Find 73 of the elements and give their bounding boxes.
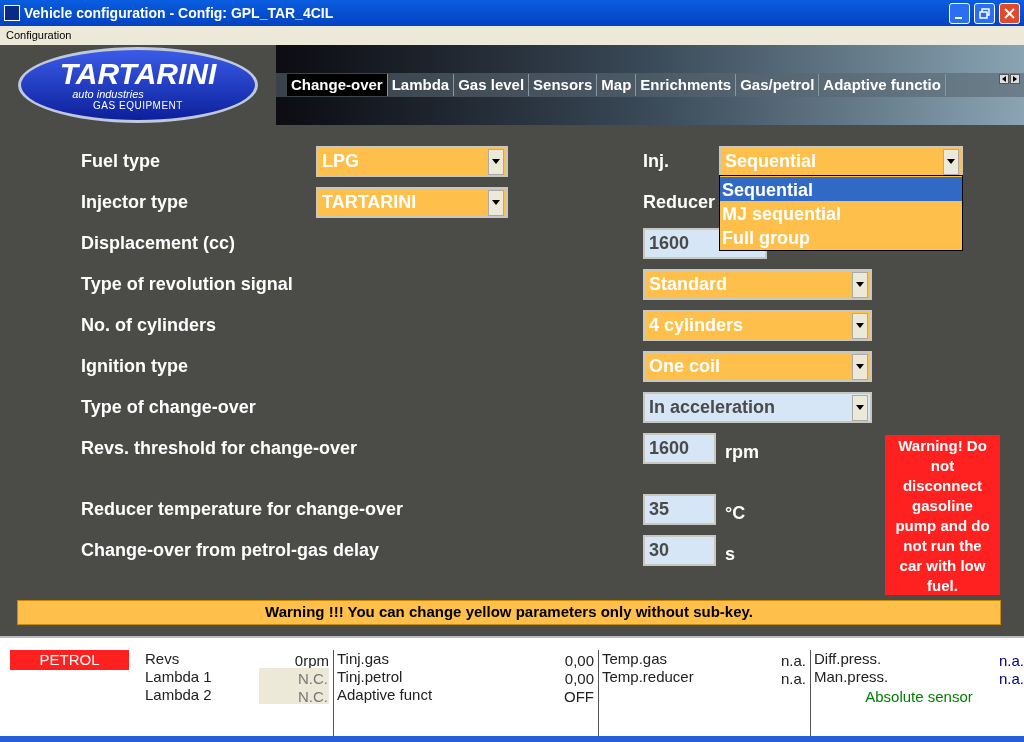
- tab[interactable]: Lambda: [387, 74, 455, 96]
- reading-label: Tinj.gas: [337, 648, 389, 669]
- field-label: Type of change-over: [81, 396, 256, 419]
- logo-tagline: GAS EQUIPMENT: [93, 99, 183, 112]
- dropdown-option[interactable]: Sequential: [720, 177, 962, 201]
- select-value: 4 cylinders: [649, 314, 744, 337]
- field-label: Change-over from petrol-gas delay: [81, 539, 380, 562]
- input-field[interactable]: 35: [643, 494, 716, 525]
- field-label: Fuel type: [81, 150, 160, 173]
- tab[interactable]: Enrichments: [636, 74, 737, 96]
- field-label: Revs. threshold for change-over: [81, 437, 358, 460]
- warning-box: Warning! Do not disconnect gasoline pump and do not run the car with low fuel.: [885, 435, 1000, 595]
- select-value: TARTARINI: [322, 191, 417, 214]
- restore-icon: [979, 7, 990, 19]
- select-field[interactable]: In acceleration: [643, 392, 872, 423]
- menu-item[interactable]: Configuration: [6, 27, 72, 44]
- reading-label: Diff.press.: [814, 648, 882, 669]
- minimize-button[interactable]: [949, 2, 970, 24]
- reading-label: Temp.reducer: [602, 667, 694, 687]
- reading-label: Man.press.: [814, 667, 889, 687]
- field-label: Injector type: [81, 191, 189, 214]
- reading-label: Adaptive funct: [337, 685, 433, 705]
- select-value: One coil: [649, 355, 720, 378]
- notice-bar: Warning !!! You can change yellow parameters only without sub-key.: [17, 600, 1001, 625]
- unit-label: s: [725, 543, 735, 566]
- select-value: Sequential: [725, 150, 817, 173]
- reading-label: Revs: [145, 648, 180, 669]
- mode-badge: PETROL: [10, 650, 129, 670]
- select-value: Standard: [649, 273, 727, 296]
- reading-value: n.a.: [780, 669, 806, 686]
- reading-value: N.C.: [259, 686, 329, 704]
- unit-label: rpm: [725, 441, 759, 464]
- input-field[interactable]: 30: [643, 535, 716, 566]
- restore-button[interactable]: [974, 2, 995, 24]
- reading-label: Lambda 2: [145, 684, 212, 705]
- tab[interactable]: Gas/petrol: [736, 74, 820, 96]
- logo-subtitle: auto industries: [72, 88, 144, 100]
- tab[interactable]: Sensors: [529, 74, 598, 96]
- reading-value: n.a.: [780, 651, 806, 668]
- field-label: Inj.: [643, 150, 669, 173]
- field-label: No. of cylinders: [81, 314, 217, 337]
- tab[interactable]: Change-over: [287, 74, 388, 96]
- input-field[interactable]: 1600: [643, 433, 716, 464]
- tab[interactable]: Map: [597, 74, 637, 96]
- field-label: Ignition type: [81, 355, 188, 378]
- tab[interactable]: Adaptive functio: [819, 74, 946, 96]
- tab[interactable]: Gas level: [454, 74, 530, 96]
- reading-value: 0rpm: [294, 651, 329, 668]
- reading-label: Tinj.petrol: [337, 667, 403, 687]
- reading-label: Lambda 1: [145, 666, 212, 687]
- unit-label: °C: [725, 502, 746, 525]
- field-label: Displacement (cc): [81, 232, 236, 255]
- reading-value: OFF: [564, 687, 594, 704]
- field-label: Reducer temperature for change-over: [81, 498, 404, 521]
- app-icon: [4, 5, 20, 21]
- minimize-icon: [954, 16, 962, 19]
- field-label: Reducer: [643, 191, 716, 214]
- reading-label: Temp.gas: [602, 648, 668, 669]
- window-title: Vehicle configuration - Config: GPL_TAR_4CIL: [24, 3, 335, 23]
- sensor-note: Absolute sensor: [865, 687, 973, 707]
- field-label: Type of revolution signal: [81, 273, 293, 296]
- logo-name: TARTARINI: [59, 58, 217, 89]
- scroll-left-icon[interactable]: [999, 74, 1009, 84]
- select-value: LPG: [322, 150, 359, 173]
- reading-value: 0,00: [564, 651, 594, 668]
- reading-value: n.a.: [998, 651, 1024, 668]
- close-icon: [1004, 7, 1015, 19]
- reading-value: 0,00: [564, 669, 594, 686]
- scroll-right-icon[interactable]: [1010, 74, 1020, 84]
- close-button[interactable]: [999, 2, 1020, 24]
- reading-value: n.a.: [998, 669, 1024, 686]
- select-value: In acceleration: [649, 396, 776, 419]
- reading-value: N.C.: [259, 668, 329, 686]
